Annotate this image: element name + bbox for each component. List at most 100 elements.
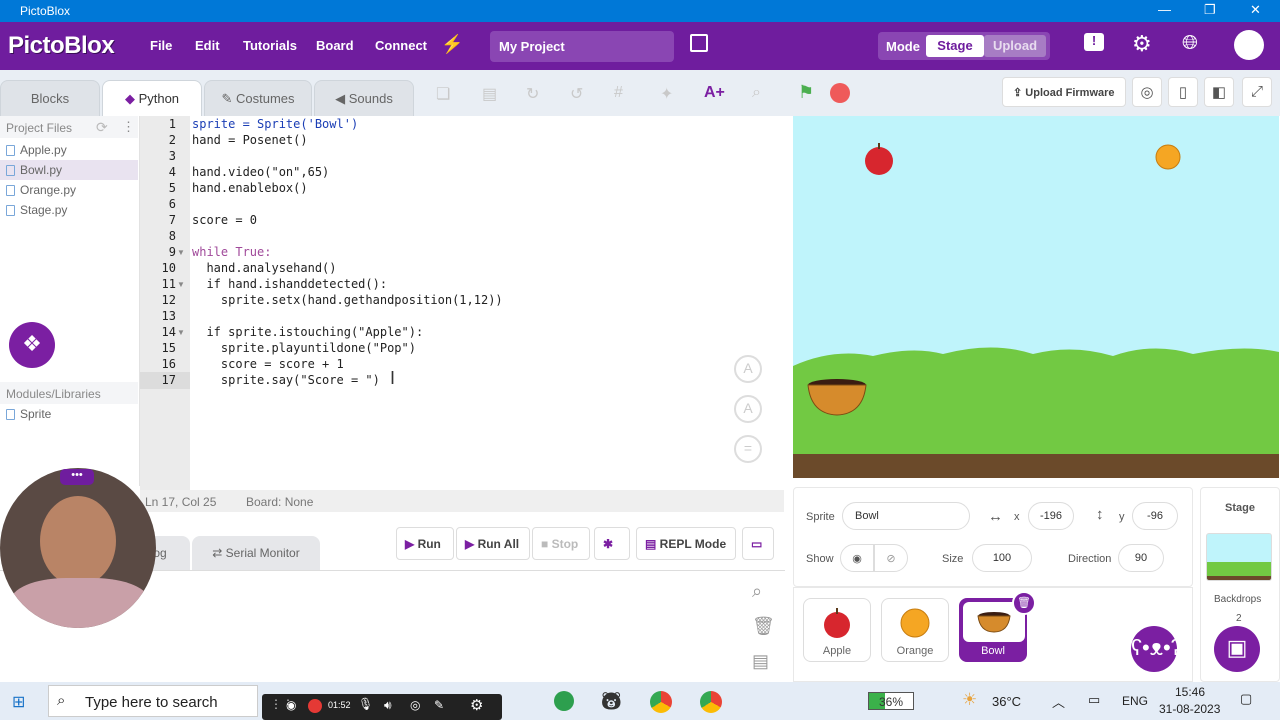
tab-costumes[interactable]: ✎ Costumes xyxy=(204,80,312,116)
stage-selector[interactable]: Stage Backdrops 2 ▣ xyxy=(1200,487,1280,682)
document-icon[interactable]: ▤ xyxy=(752,651,769,672)
debug-icon[interactable]: ✱ xyxy=(594,527,630,560)
paste-icon[interactable]: ▤ xyxy=(482,84,497,104)
camera-icon[interactable]: ◎ xyxy=(1132,77,1162,107)
green-flag-icon[interactable]: ⚑ xyxy=(798,82,814,103)
more-icon[interactable]: ⋮ xyxy=(122,119,135,135)
tab-sounds[interactable]: ◀ Sounds xyxy=(314,80,414,116)
redo-icon[interactable]: ↻ xyxy=(526,84,539,104)
delete-sprite-icon[interactable]: 🗑︎ xyxy=(1012,591,1036,615)
sprite-card-bowl[interactable]: Bowl 🗑︎ xyxy=(959,591,1036,662)
notifications-icon[interactable]: ▢ xyxy=(1240,691,1252,707)
add-backdrop-button[interactable]: ▣ xyxy=(1214,626,1260,672)
app-icon[interactable] xyxy=(554,691,574,711)
orange-sprite[interactable] xyxy=(1155,144,1181,170)
save-icon[interactable] xyxy=(690,34,708,52)
direction-field[interactable]: 90 xyxy=(1118,544,1164,572)
globe-icon[interactable]: 🌐︎ xyxy=(1182,32,1198,55)
stop-sign-icon[interactable] xyxy=(830,83,850,103)
fold-arrow-icon[interactable]: ▼ xyxy=(177,328,185,337)
network-icon[interactable]: ▭ xyxy=(1088,692,1100,708)
editor-tabs: Blocks ◆ Python ✎ Costumes ◀ Sounds ❏ ▤ … xyxy=(0,70,790,116)
x-field[interactable]: -196 xyxy=(1028,502,1074,530)
close-icon[interactable]: ✕ xyxy=(1250,2,1261,18)
apple-thumbnail xyxy=(824,608,850,638)
sprite-card-apple[interactable]: Apple xyxy=(803,598,871,662)
refresh-icon[interactable]: ⟳ xyxy=(96,119,108,136)
language-indicator[interactable]: ENG xyxy=(1122,694,1148,708)
taskbar: ⊞ ⌕ Type here to search ⋮⋮ ◉ 01:52 🎙︎ 🔊︎… xyxy=(0,682,1280,720)
menu-board[interactable]: Board xyxy=(316,38,354,53)
serial-monitor-label: Serial Monitor xyxy=(225,546,300,560)
plug-icon[interactable]: ⚡ xyxy=(441,34,463,55)
y-field[interactable]: -96 xyxy=(1132,502,1178,530)
sprite-name-field[interactable]: Bowl xyxy=(842,502,970,530)
trash-icon[interactable]: 🗑︎ xyxy=(752,616,775,637)
pencil-icon[interactable]: ✎ xyxy=(434,698,444,712)
hide-eye-icon[interactable]: ⊘ xyxy=(874,544,908,572)
file-item-bowl[interactable]: Bowl.py xyxy=(0,160,138,180)
pictoblox-taskbar-icon[interactable]: 🐻︎ xyxy=(600,691,623,712)
search-icon[interactable]: ⌕ xyxy=(752,84,761,102)
search-icon[interactable]: ⌕ xyxy=(752,581,762,602)
code-line: while True: xyxy=(192,245,272,259)
minimize-icon[interactable]: — xyxy=(1158,2,1171,17)
undo-icon[interactable]: ↺ xyxy=(570,84,583,104)
size-field[interactable]: 100 xyxy=(972,544,1032,572)
magic-icon[interactable]: ✦ xyxy=(660,84,673,104)
large-stage-icon[interactable]: ◧ xyxy=(1204,77,1234,107)
show-eye-icon[interactable]: ◉ xyxy=(840,544,874,572)
zoom-in-icon[interactable]: A xyxy=(734,355,762,383)
upload-firmware-button[interactable]: ⇪ Upload Firmware xyxy=(1002,77,1126,107)
comment-icon[interactable]: # xyxy=(614,84,623,102)
file-item-orange[interactable]: Orange.py xyxy=(0,180,138,200)
add-sprite-button[interactable]: ʕ•ᴥ•ʔ xyxy=(1131,626,1182,672)
chrome-icon-2[interactable] xyxy=(700,691,722,713)
repl-mode-button[interactable]: ▤ REPL Mode xyxy=(636,527,736,560)
zoom-out-icon[interactable]: A xyxy=(734,395,762,423)
restore-icon[interactable]: ❐ xyxy=(1204,2,1216,18)
copy-icon[interactable]: ❏ xyxy=(436,84,450,104)
apple-sprite[interactable] xyxy=(865,143,893,175)
run-all-button[interactable]: ▶ Run All xyxy=(456,527,530,560)
terminal-toggle-icon[interactable]: ▭ xyxy=(742,527,774,560)
gear-icon[interactable]: ⚙ xyxy=(1132,31,1152,57)
menu-edit[interactable]: Edit xyxy=(195,38,220,53)
fullscreen-icon[interactable]: ⤢ xyxy=(1242,77,1272,107)
zoom-reset-icon[interactable]: = xyxy=(734,435,762,463)
upload-mode-button[interactable]: Upload xyxy=(984,35,1046,57)
fold-arrow-icon[interactable]: ▼ xyxy=(177,280,185,289)
fold-arrow-icon[interactable]: ▼ xyxy=(177,248,185,257)
python-extension-button[interactable]: ❖ xyxy=(9,322,55,368)
project-name-field[interactable]: My Project xyxy=(490,31,674,62)
mic-icon[interactable]: 🎙︎ xyxy=(358,697,373,711)
menu-file[interactable]: File xyxy=(150,38,172,53)
volume-icon[interactable]: 🔊︎ xyxy=(384,698,392,713)
run-button[interactable]: ▶ Run xyxy=(396,527,454,560)
tab-serial-monitor[interactable]: ⇄ Serial Monitor xyxy=(192,536,320,570)
small-stage-icon[interactable]: ▯ xyxy=(1168,77,1198,107)
record-icon[interactable] xyxy=(308,699,322,713)
file-item-stage[interactable]: Stage.py xyxy=(0,200,138,220)
windows-start-icon[interactable]: ⊞ xyxy=(12,692,25,712)
tab-python[interactable]: ◆ Python xyxy=(102,80,202,116)
tab-blocks[interactable]: Blocks xyxy=(0,80,100,116)
stop-button[interactable]: ■ Stop xyxy=(532,527,590,560)
gear-icon[interactable]: ⚙ xyxy=(470,696,483,714)
chevron-up-icon[interactable]: ︿ xyxy=(1052,692,1065,711)
font-size-icon[interactable]: A+ xyxy=(704,84,725,102)
sprite-card-orange[interactable]: Orange xyxy=(881,598,949,662)
taskbar-search[interactable]: ⌕ Type here to search xyxy=(48,685,258,717)
feedback-icon[interactable]: ! xyxy=(1084,33,1104,51)
menu-connect[interactable]: Connect xyxy=(375,38,427,53)
options-icon[interactable]: ••• xyxy=(60,469,94,485)
target-icon[interactable]: ◎ xyxy=(410,698,420,712)
stage-mode-button[interactable]: Stage xyxy=(926,35,984,57)
file-item-apple[interactable]: Apple.py xyxy=(0,140,138,160)
menu-tutorials[interactable]: Tutorials xyxy=(243,38,297,53)
module-item-sprite[interactable]: Sprite xyxy=(0,404,138,424)
avatar[interactable] xyxy=(1234,30,1264,60)
stage-canvas[interactable] xyxy=(793,116,1279,478)
camera-icon[interactable]: ◉ xyxy=(286,698,296,712)
chrome-icon[interactable] xyxy=(650,691,672,713)
